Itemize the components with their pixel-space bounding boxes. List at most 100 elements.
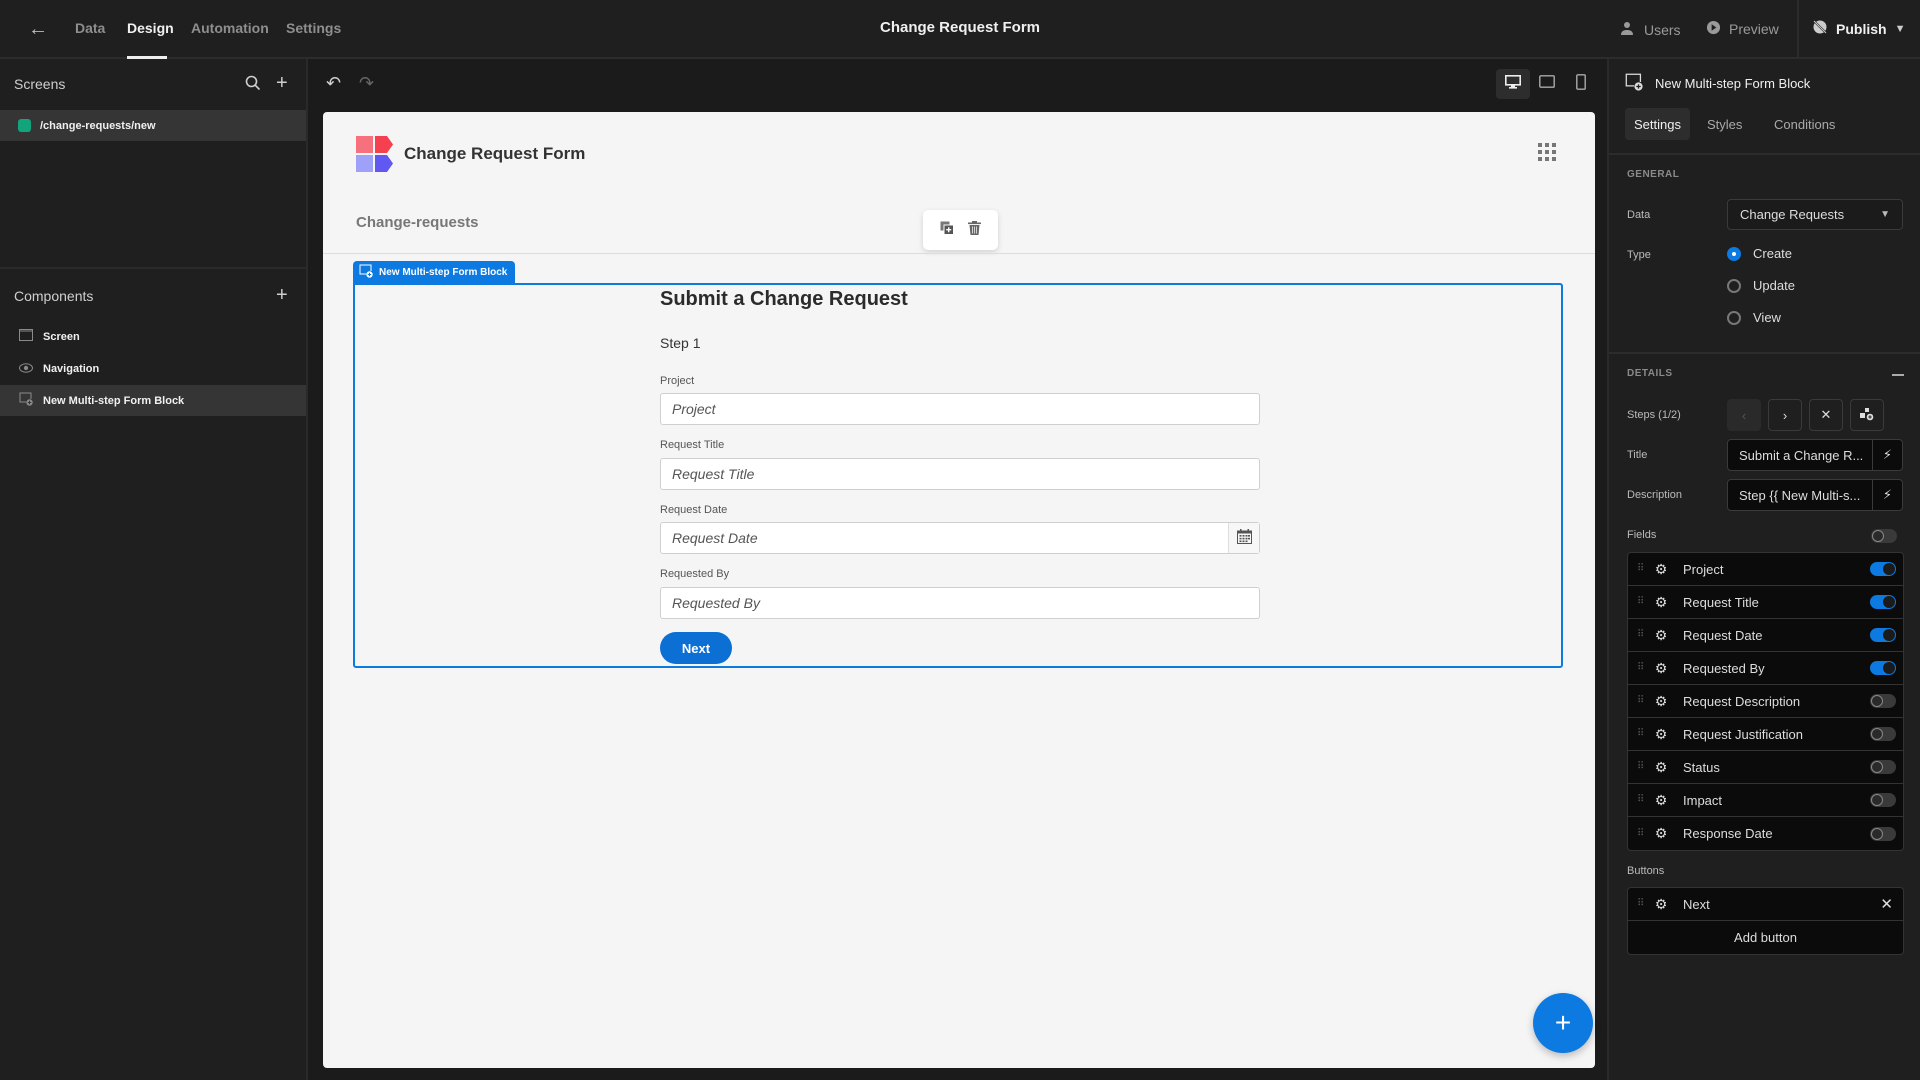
add-component-icon[interactable]: + [276, 285, 288, 305]
drag-handle-icon[interactable]: ⠿ [1637, 899, 1644, 909]
prev-step-button[interactable]: ‹ [1727, 399, 1761, 431]
collapse-icon[interactable] [1892, 374, 1904, 376]
field-toggle[interactable] [1870, 826, 1896, 841]
drag-handle-icon[interactable]: ⠿ [1637, 663, 1644, 673]
form-step: Step 1 [660, 335, 701, 351]
app-preview-canvas: Change Request Form Change-requests New … [323, 112, 1595, 1068]
screen-item[interactable]: /change-requests/new [0, 110, 306, 141]
field-row[interactable]: ⠿ ⚙ Request Description [1628, 685, 1903, 718]
field-row[interactable]: ⠿ ⚙ Response Date [1628, 817, 1903, 850]
steps-label: Steps (1/2) [1627, 409, 1681, 421]
data-source-select[interactable]: Change Requests ▼ [1727, 199, 1903, 230]
field-label: Request Date [660, 504, 728, 516]
add-component-fab[interactable]: + [1533, 993, 1593, 1053]
publish-button[interactable]: Publish ▼ [1812, 19, 1905, 38]
next-step-button[interactable]: › [1768, 399, 1802, 431]
lightning-icon[interactable]: ⚡ [1872, 480, 1902, 510]
description-binding-input[interactable]: Step {{ New Multi-s... ⚡ [1727, 479, 1903, 511]
field-toggle[interactable] [1870, 793, 1896, 807]
gear-icon[interactable]: ⚙ [1653, 561, 1669, 578]
field-row[interactable]: ⠿ ⚙ Impact [1628, 784, 1903, 817]
title-binding-input[interactable]: Submit a Change R... ⚡ [1727, 439, 1903, 471]
field-toggle[interactable] [1870, 760, 1896, 774]
mobile-view-button[interactable] [1564, 69, 1598, 99]
tab-settings[interactable]: Settings [1625, 108, 1690, 140]
gear-icon[interactable]: ⚙ [1653, 660, 1669, 677]
component-item-navigation[interactable]: Navigation [0, 353, 306, 384]
drag-handle-icon[interactable]: ⠿ [1637, 696, 1644, 706]
tab-styles[interactable]: Styles [1698, 108, 1751, 140]
chevron-down-icon[interactable]: ▼ [1895, 23, 1906, 35]
request-title-input[interactable]: Request Title [660, 458, 1260, 490]
type-radio-update[interactable]: Update [1727, 278, 1795, 293]
gear-icon[interactable]: ⚙ [1653, 759, 1669, 776]
field-toggle[interactable] [1870, 562, 1896, 576]
drag-handle-icon[interactable]: ⠿ [1637, 828, 1644, 839]
fields-master-toggle[interactable] [1871, 529, 1897, 543]
field-toggle[interactable] [1870, 727, 1896, 741]
redo-button[interactable]: ↷ [359, 73, 374, 94]
gear-icon[interactable]: ⚙ [1653, 693, 1669, 710]
drag-handle-icon[interactable]: ⠿ [1637, 597, 1644, 607]
field-row[interactable]: ⠿ ⚙ Status [1628, 751, 1903, 784]
remove-step-button[interactable]: ✕ [1809, 399, 1843, 431]
add-step-button[interactable] [1850, 399, 1884, 431]
gear-icon[interactable]: ⚙ [1653, 792, 1669, 809]
drag-handle-icon[interactable]: ⠿ [1637, 564, 1644, 574]
selected-block-tag[interactable]: New Multi-step Form Block [353, 261, 516, 283]
radio-unselected[interactable] [1727, 278, 1741, 293]
field-toggle[interactable] [1870, 661, 1896, 675]
add-button[interactable]: Add button [1628, 921, 1903, 954]
radio-selected[interactable] [1727, 246, 1741, 261]
undo-button[interactable]: ↶ [326, 73, 341, 94]
gear-icon[interactable]: ⚙ [1653, 896, 1669, 913]
requested-by-input[interactable]: Requested By [660, 587, 1260, 619]
add-screen-icon[interactable]: + [276, 73, 288, 93]
gear-icon[interactable]: ⚙ [1653, 627, 1669, 644]
trash-icon[interactable] [968, 220, 981, 240]
next-button[interactable]: Next [660, 632, 732, 664]
desktop-view-button[interactable] [1496, 69, 1530, 99]
field-row[interactable]: ⠿ ⚙ Request Justification [1628, 718, 1903, 751]
duplicate-icon[interactable] [940, 221, 954, 240]
button-row[interactable]: ⠿ ⚙ Next ✕ [1628, 888, 1903, 921]
tab-conditions[interactable]: Conditions [1765, 108, 1844, 140]
gear-icon[interactable]: ⚙ [1653, 825, 1669, 842]
drag-handle-icon[interactable]: ⠿ [1637, 762, 1644, 772]
tab-settings[interactable]: Settings [286, 20, 341, 36]
tab-automation[interactable]: Automation [191, 20, 269, 36]
field-toggle[interactable] [1870, 595, 1896, 609]
field-row[interactable]: ⠿ ⚙ Project [1628, 553, 1903, 586]
tab-data[interactable]: Data [75, 20, 105, 36]
field-toggle[interactable] [1870, 628, 1896, 642]
multi-step-form-block[interactable]: Submit a Change Request Step 1 Project P… [353, 283, 1563, 668]
close-icon[interactable]: ✕ [1880, 895, 1893, 913]
type-radio-create[interactable]: Create [1727, 246, 1792, 261]
search-icon[interactable] [245, 75, 261, 97]
back-button[interactable]: ← [26, 17, 50, 41]
field-toggle[interactable] [1870, 694, 1896, 708]
gear-icon[interactable]: ⚙ [1653, 594, 1669, 611]
lightning-icon[interactable]: ⚡ [1872, 440, 1902, 470]
drag-handle-icon[interactable]: ⠿ [1637, 630, 1644, 640]
users-button[interactable]: Users [1620, 20, 1681, 39]
chevron-left-icon: ‹ [1741, 407, 1747, 423]
drag-handle-icon[interactable]: ⠿ [1637, 795, 1644, 805]
field-row[interactable]: ⠿ ⚙ Requested By [1628, 652, 1903, 685]
field-row[interactable]: ⠿ ⚙ Request Title [1628, 586, 1903, 619]
gear-icon[interactable]: ⚙ [1653, 726, 1669, 743]
component-label: Navigation [43, 362, 100, 375]
calendar-button[interactable] [1228, 523, 1259, 553]
component-item-screen[interactable]: Screen [0, 321, 306, 352]
type-radio-view[interactable]: View [1727, 310, 1781, 325]
tablet-view-button[interactable] [1530, 69, 1564, 99]
app-grid-icon[interactable] [1538, 143, 1556, 161]
field-row[interactable]: ⠿ ⚙ Request Date [1628, 619, 1903, 652]
project-input[interactable]: Project [660, 393, 1260, 425]
drag-handle-icon[interactable]: ⠿ [1637, 729, 1644, 739]
radio-unselected[interactable] [1727, 310, 1741, 325]
component-item-form-block[interactable]: New Multi-step Form Block [0, 385, 306, 416]
request-date-input[interactable]: Request Date [660, 522, 1260, 554]
preview-button[interactable]: Preview [1706, 20, 1779, 38]
tab-design[interactable]: Design [127, 20, 174, 36]
